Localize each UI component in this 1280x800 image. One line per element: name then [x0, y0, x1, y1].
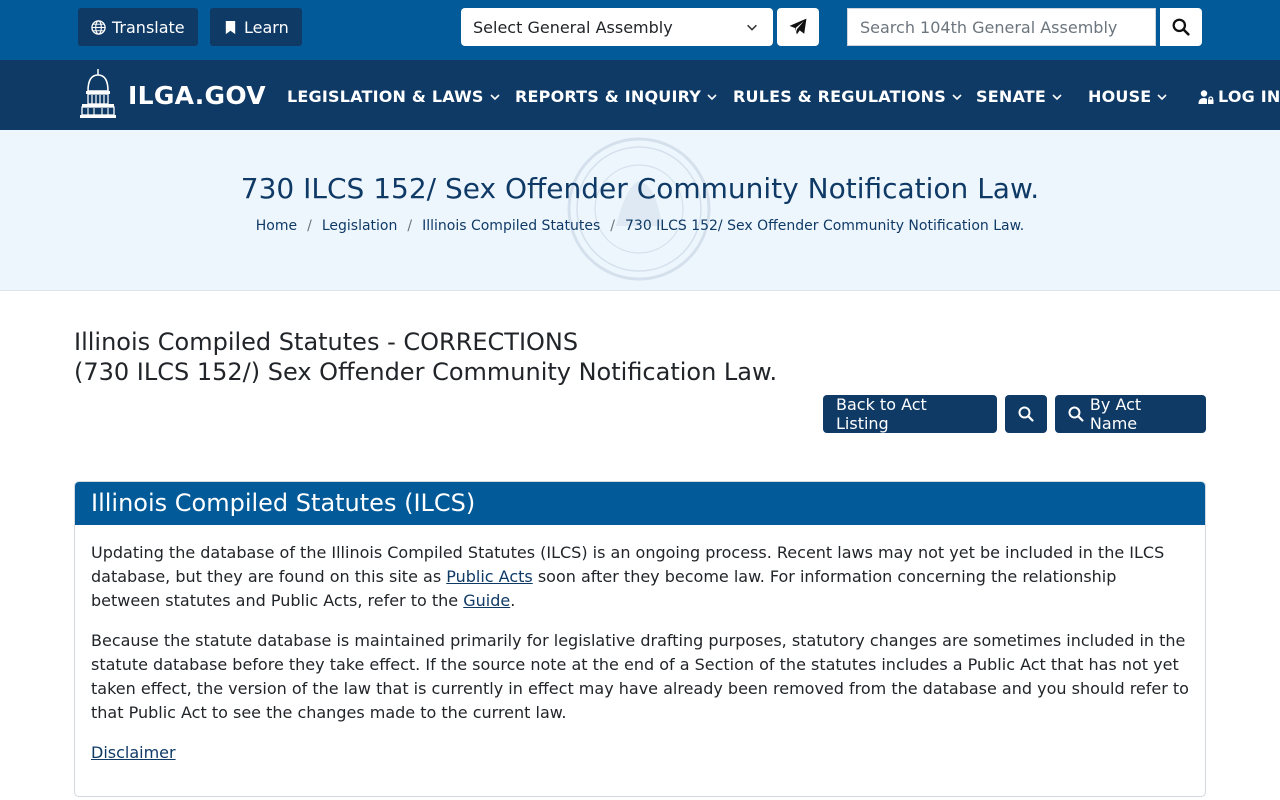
card-title: Illinois Compiled Statutes (ILCS): [75, 482, 1205, 525]
search-acts-button[interactable]: [1005, 395, 1047, 433]
nav-item-label: REPORTS & INQUIRY: [515, 87, 702, 106]
guide-link[interactable]: Guide: [463, 591, 510, 610]
nav-reports-inquiry[interactable]: REPORTS & INQUIRY: [515, 87, 718, 106]
bookmark-icon: [225, 20, 236, 34]
chevron-down-icon: [747, 24, 757, 31]
search-icon: [1172, 18, 1190, 36]
back-to-act-listing-button[interactable]: Back to Act Listing: [823, 395, 997, 433]
page-title: 730 ILCS 152/ Sex Offender Community Not…: [240, 172, 1040, 205]
nav-rules-regulations[interactable]: RULES & REGULATIONS: [733, 87, 963, 106]
ilcs-info-card: Illinois Compiled Statutes (ILCS) Updati…: [74, 481, 1206, 797]
chevron-down-icon: [707, 93, 717, 100]
breadcrumb-legislation[interactable]: Legislation: [322, 218, 398, 234]
public-acts-link[interactable]: Public Acts: [446, 567, 533, 586]
capitol-icon: [80, 69, 116, 118]
disclaimer-row: Disclaimer: [91, 741, 1189, 765]
breadcrumb-separator: /: [407, 218, 413, 234]
breadcrumb-separator: /: [307, 218, 312, 234]
learn-button[interactable]: Learn: [210, 8, 302, 46]
nav-item-label: LEGISLATION & LAWS: [287, 87, 484, 106]
go-assembly-button[interactable]: [777, 8, 819, 46]
search-icon: [1018, 406, 1034, 422]
statute-chapter-heading: Illinois Compiled Statutes - CORRECTIONS: [74, 328, 579, 356]
disclaimer-link[interactable]: Disclaimer: [91, 743, 176, 762]
search-icon: [1068, 406, 1084, 422]
general-assembly-select-value: Select General Assembly: [473, 17, 673, 37]
breadcrumb-ilcs[interactable]: Illinois Compiled Statutes: [422, 218, 600, 234]
chevron-down-icon: [490, 93, 500, 100]
breadcrumb-home[interactable]: Home: [256, 218, 297, 234]
login-link[interactable]: LOG IN: [1198, 87, 1280, 106]
state-seal-watermark: [567, 137, 711, 281]
nav-item-label: SENATE: [976, 87, 1047, 106]
page-hero: 730 ILCS 152/ Sex Offender Community Not…: [0, 130, 1280, 291]
logo-text: ILGA.GOV: [128, 80, 266, 110]
site-logo[interactable]: ILGA.GOV: [80, 69, 266, 121]
back-to-act-listing-label: Back to Act Listing: [836, 395, 927, 433]
nav-senate[interactable]: SENATE: [976, 87, 1063, 106]
by-act-name-label: By Act Name: [1089, 395, 1142, 433]
learn-label: Learn: [244, 17, 289, 37]
chevron-down-icon: [1157, 93, 1168, 100]
search-button[interactable]: [1160, 8, 1202, 46]
main-navigation: ILGA.GOV LEGISLATION & LAWS REPORTS & IN…: [0, 60, 1280, 130]
paper-plane-icon: [789, 18, 807, 35]
translate-label: Translate: [112, 17, 185, 37]
user-lock-icon: [1198, 89, 1214, 104]
nav-house[interactable]: HOUSE: [1088, 87, 1168, 106]
general-assembly-select[interactable]: Select General Assembly: [461, 8, 773, 46]
search-input[interactable]: [847, 8, 1156, 46]
by-act-name-button[interactable]: By Act Name: [1055, 395, 1206, 433]
nav-item-label: RULES & REGULATIONS: [733, 87, 946, 106]
card-paragraph-1: Updating the database of the Illinois Co…: [91, 541, 1189, 613]
nav-legislation-laws[interactable]: LEGISLATION & LAWS: [287, 87, 501, 106]
paragraph-text: .: [510, 591, 516, 610]
breadcrumb-separator: /: [610, 218, 615, 234]
card-body: Updating the database of the Illinois Co…: [75, 525, 1205, 765]
top-utility-bar: Translate Learn Select General Assembly: [0, 0, 1280, 60]
chevron-down-icon: [952, 93, 962, 100]
globe-icon: [91, 19, 106, 35]
statute-act-heading: (730 ILCS 152/) Sex Offender Community N…: [74, 358, 778, 386]
login-label: LOG IN: [1218, 87, 1280, 106]
breadcrumb: Home / Legislation / Illinois Compiled S…: [0, 218, 1280, 234]
card-paragraph-2: Because the statute database is maintain…: [91, 631, 1189, 722]
nav-item-label: HOUSE: [1088, 87, 1152, 106]
chevron-down-icon: [1052, 93, 1062, 100]
translate-button[interactable]: Translate: [78, 8, 198, 46]
breadcrumb-current: 730 ILCS 152/ Sex Offender Community Not…: [625, 218, 1025, 234]
